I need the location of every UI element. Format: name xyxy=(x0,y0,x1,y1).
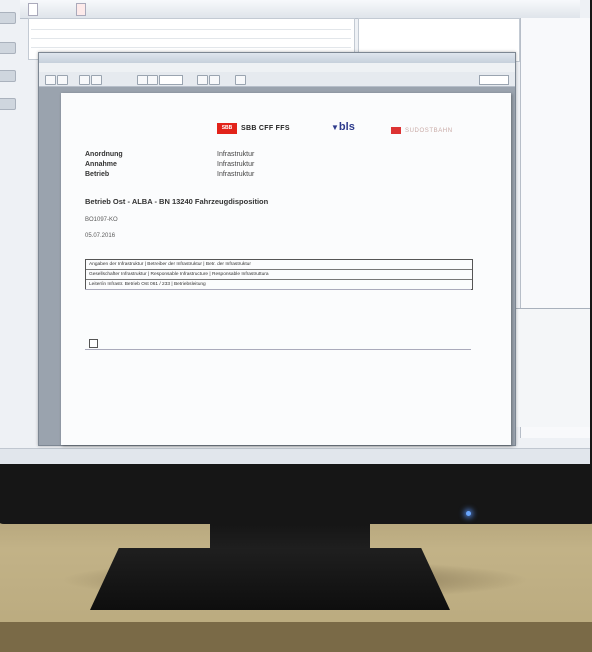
responsibility-table: Angaben der Infrastruktur | Betreiber de… xyxy=(85,259,473,290)
desktop-icon[interactable] xyxy=(0,98,16,110)
field-label: Anordnung xyxy=(85,151,123,158)
document-viewer-window: SBB SBB CFF FFS ▼bls SUDOSTBAHN Anordnun… xyxy=(38,52,516,446)
table-row: Gesellschafter Infrastruktur | Responsab… xyxy=(86,270,472,280)
bls-logo-text: bls xyxy=(338,121,355,133)
fit-width-icon[interactable] xyxy=(209,75,220,85)
save-icon[interactable] xyxy=(57,75,68,85)
item-checkbox[interactable] xyxy=(89,339,98,348)
background-app-toolbar xyxy=(20,0,580,19)
viewer-toolbar xyxy=(39,72,515,87)
table-row: Leiter/in Infrastr. Betrieb Ost 061 / 23… xyxy=(89,282,206,287)
prev-page-icon[interactable] xyxy=(79,75,90,85)
desktop-icon[interactable] xyxy=(0,12,16,24)
document-date: 05.07.2016 xyxy=(85,233,116,239)
desk-edge xyxy=(0,622,592,652)
field-value: Infrastruktur xyxy=(217,151,255,158)
grid-row xyxy=(31,30,351,39)
viewer-title-bar[interactable] xyxy=(39,53,515,63)
monitor-photo: SBB SBB CFF FFS ▼bls SUDOSTBAHN Anordnun… xyxy=(0,0,592,652)
status-bar xyxy=(0,448,590,464)
zoom-in-icon[interactable] xyxy=(147,75,158,85)
grid-row xyxy=(31,21,351,30)
grid-row xyxy=(31,39,351,48)
page-number-input[interactable] xyxy=(159,75,183,85)
select-tool-icon[interactable] xyxy=(235,75,246,85)
zoom-level-input[interactable] xyxy=(479,75,509,85)
field-label: Betrieb xyxy=(85,171,110,178)
divider xyxy=(85,289,471,290)
power-led xyxy=(466,511,471,516)
field-value: Infrastruktur xyxy=(217,171,255,178)
monitor-bezel: SBB SBB CFF FFS ▼bls SUDOSTBAHN Anordnun… xyxy=(0,0,592,524)
field-value: Infrastruktur xyxy=(217,161,255,168)
sob-logo: SUDOSTBAHN xyxy=(391,127,453,134)
viewer-menu-bar xyxy=(39,63,515,72)
desktop-icon[interactable] xyxy=(0,70,16,82)
divider xyxy=(85,349,471,350)
table-row: Angaben der Infrastruktur | Betreiber de… xyxy=(86,260,472,270)
sob-logo-text: SUDOSTBAHN xyxy=(405,127,453,134)
document-heading: Betrieb Ost - ALBA - BN 13240 Fahrzeugdi… xyxy=(85,197,269,206)
document-page: SBB SBB CFF FFS ▼bls SUDOSTBAHN Anordnun… xyxy=(61,93,511,445)
bls-logo: ▼bls xyxy=(331,121,355,133)
sob-logo-mark xyxy=(391,127,401,134)
sbb-logo-text: SBB CFF FFS xyxy=(241,125,290,132)
app-tab[interactable] xyxy=(28,3,38,16)
print-icon[interactable] xyxy=(45,75,56,85)
sbb-logo: SBB SBB CFF FFS xyxy=(217,123,290,134)
fit-page-icon[interactable] xyxy=(197,75,208,85)
bls-logo-mark: ▼ xyxy=(331,123,339,132)
monitor-screen: SBB SBB CFF FFS ▼bls SUDOSTBAHN Anordnun… xyxy=(0,0,590,464)
document-reference: BO1097-KO xyxy=(85,217,118,223)
desktop-icon[interactable] xyxy=(0,42,16,54)
next-page-icon[interactable] xyxy=(91,75,102,85)
background-summary-table xyxy=(512,308,590,427)
app-tab[interactable] xyxy=(76,3,86,16)
monitor-stand-base xyxy=(90,548,450,610)
sbb-logo-mark: SBB xyxy=(217,123,237,134)
field-label: Annahme xyxy=(85,161,117,168)
